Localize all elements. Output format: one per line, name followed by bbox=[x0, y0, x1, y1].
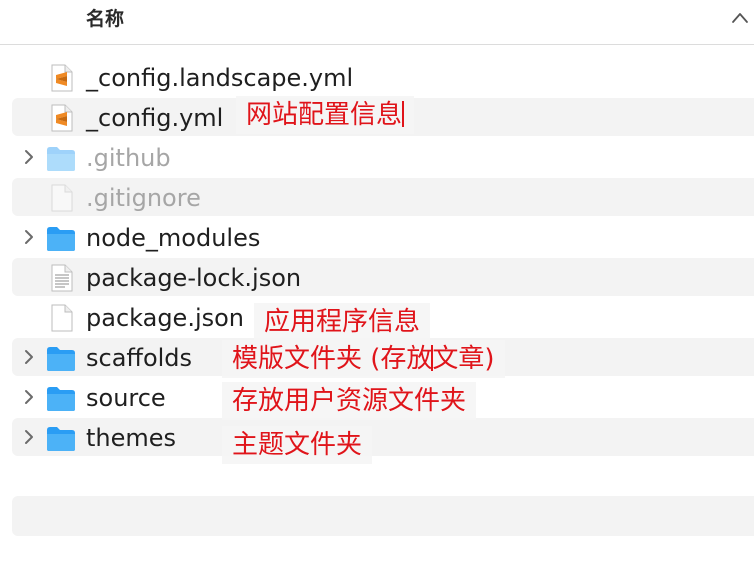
file-row[interactable]: node_modules bbox=[12, 218, 754, 256]
file-row[interactable]: .gitignore bbox=[12, 178, 754, 216]
document-icon bbox=[51, 304, 73, 332]
document-icon bbox=[51, 184, 73, 212]
file-row[interactable]: package-lock.json bbox=[12, 258, 754, 296]
file-name: _config.yml bbox=[86, 104, 224, 132]
chevron-right-icon[interactable] bbox=[22, 149, 36, 165]
file-name: package.json bbox=[86, 304, 245, 332]
file-row[interactable]: themes bbox=[12, 418, 754, 456]
sublime-file-icon bbox=[51, 64, 73, 92]
file-row[interactable]: .github bbox=[12, 138, 754, 176]
annotation-themes: 主题文件夹 bbox=[222, 426, 373, 464]
file-name: themes bbox=[86, 424, 177, 452]
chevron-right-icon[interactable] bbox=[22, 229, 36, 245]
folder-icon bbox=[47, 427, 75, 451]
chevron-right-icon[interactable] bbox=[22, 349, 36, 365]
file-name: .gitignore bbox=[86, 184, 201, 212]
annotation-scaffolds: 模版文件夹 (存放文章) bbox=[222, 340, 505, 378]
chevron-up-icon[interactable] bbox=[730, 10, 750, 26]
text-document-icon bbox=[51, 264, 73, 292]
folder-icon bbox=[47, 387, 75, 411]
annotation-package: 应用程序信息 bbox=[254, 303, 431, 341]
column-header: 名称 bbox=[0, 0, 754, 45]
annotation-config: 网站配置信息 bbox=[236, 96, 415, 134]
chevron-right-icon[interactable] bbox=[22, 389, 36, 405]
file-name: _config.landscape.yml bbox=[86, 64, 354, 92]
chevron-right-icon[interactable] bbox=[22, 429, 36, 445]
file-row[interactable]: _config.landscape.yml bbox=[12, 58, 754, 96]
file-name: package-lock.json bbox=[86, 264, 302, 292]
file-name: source bbox=[86, 384, 166, 412]
annotation-source: 存放用户资源文件夹 bbox=[222, 382, 477, 420]
file-name: scaffolds bbox=[86, 344, 193, 372]
name-column-header[interactable]: 名称 bbox=[86, 4, 124, 31]
folder-icon bbox=[47, 227, 75, 251]
folder-icon bbox=[47, 347, 75, 371]
sublime-file-icon bbox=[51, 104, 73, 132]
folder-icon bbox=[47, 147, 75, 171]
empty-row bbox=[12, 496, 754, 536]
file-name: node_modules bbox=[86, 224, 261, 252]
file-name: .github bbox=[86, 144, 171, 172]
